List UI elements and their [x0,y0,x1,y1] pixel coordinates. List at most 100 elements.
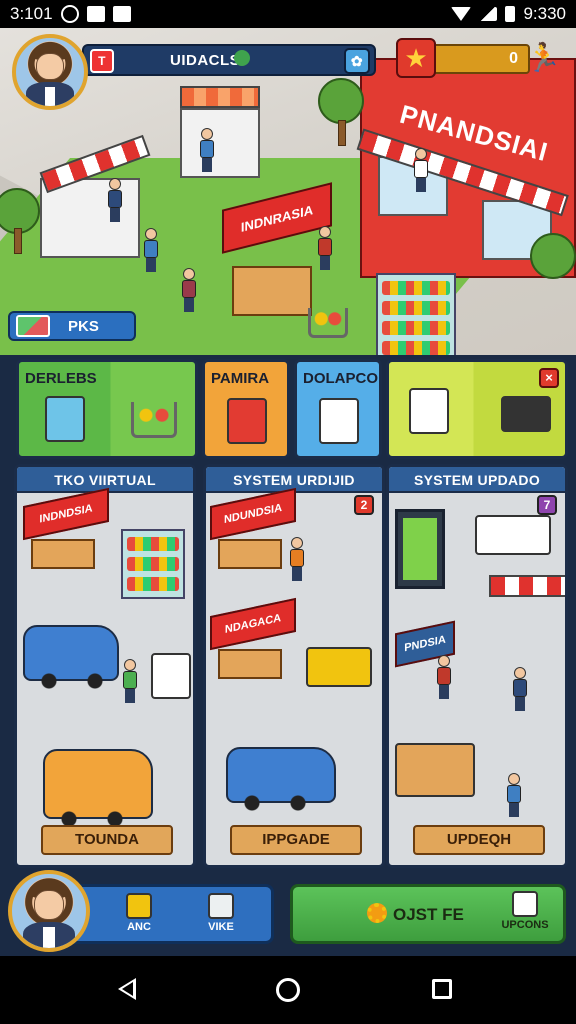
count-badge: 7 [537,495,557,515]
package-icon [409,388,449,434]
status-bar: 3:101 9:330 [0,0,576,28]
panel-button-updeqh[interactable]: UPDEQH [413,825,545,855]
tag-icon[interactable]: T [90,49,114,73]
navigation-bar [0,956,576,1024]
mini-shop-desk [31,539,95,569]
back-icon[interactable] [118,978,136,1000]
pencil-icon [126,893,152,919]
player-avatar[interactable] [12,34,88,110]
bottom-bar: ANC VIKE OJST FE UPCONS [0,870,576,956]
vike-label: VIKE [208,921,234,933]
upgrades-button[interactable]: UPCONS [493,891,557,931]
mini-shop-desk [218,649,282,679]
coin-value: 0 [509,50,518,67]
camera-gear-icon [512,891,538,917]
shopper[interactable] [414,148,428,192]
shopper [290,537,304,581]
bottom-avatar[interactable] [8,870,90,952]
blue-car[interactable] [23,625,119,689]
runner-icon[interactable]: 🏃 [526,36,561,80]
card-icon [16,315,50,337]
panel-virtual-shop[interactable]: TKO VIIRTUAL INDNDSIA TOUNDA [14,464,196,868]
produce-crate [306,647,372,687]
shopper [123,659,137,703]
shopper[interactable] [108,178,122,222]
panel-button-ippgade[interactable]: IPPGADE [230,825,362,855]
shopkeeper[interactable] [318,226,332,270]
counter-table [475,515,551,555]
main-action-button[interactable]: OJST FE UPCONS [290,884,566,944]
vending-box [151,653,191,699]
mini-shop-desk [218,539,282,569]
pharmacy-stall[interactable] [180,108,260,178]
tree-icon [234,50,250,66]
cart-icon [131,402,177,438]
awning [180,86,260,108]
fridge-shelf [121,529,185,599]
bottom-left-panel: ANC VIKE [60,884,274,944]
mini-shop-sign: NDUNDSIA [210,487,296,541]
tree-trunk [338,120,346,146]
panel-button-tounda[interactable]: TOUNDA [41,825,173,855]
produce-shelf [395,743,475,797]
category-label: DERLEBS [25,370,97,387]
home-icon[interactable] [276,978,300,1002]
right-clock: 9:330 [523,4,566,23]
produce-basket-icon [501,396,551,432]
shopper[interactable] [200,128,214,172]
vike-button[interactable]: VIKE [193,893,249,933]
tree-trunk [14,228,22,254]
category-card-pamira[interactable]: PAMIRA [202,359,290,459]
category-card-derlebs[interactable]: DERLEBS [16,359,198,459]
battery-icon [505,6,516,22]
globe-icon[interactable]: ✿ [344,48,370,74]
image-icon [112,6,131,22]
gear-icon [367,903,387,923]
category-label: DOLAPCO [303,370,378,387]
anc-button[interactable]: ANC [111,893,167,933]
shopper [437,655,451,699]
pks-button[interactable]: PKS [8,311,136,341]
category-row: DERLEBS PAMIRA DOLAPCO × [12,357,568,463]
cart-icon[interactable] [308,308,348,338]
shopper[interactable] [182,268,196,312]
kiosk-stall[interactable]: INDNRASIA [222,182,332,316]
panel-system-urdijid[interactable]: SYSTEM URDIJID 2 NDUNDSIA NDAGACA IPPGAD… [203,464,385,868]
wifi-icon [451,7,472,21]
mini-shop[interactable]: NDUNDSIA [210,487,296,569]
clock: 3:101 [10,4,53,23]
shopper [513,667,527,711]
close-icon[interactable]: × [539,368,559,388]
app-icon [86,6,105,22]
anc-label: ANC [127,921,151,933]
gift-box-icon [227,398,267,444]
category-card-unlabeled[interactable]: × [386,359,568,459]
mini-shop[interactable]: NDAGACA [210,597,296,679]
blue-car[interactable] [226,747,336,811]
category-label: PAMIRA [211,370,270,387]
player-name-bar[interactable]: T UIDACLS ✿ [82,44,376,76]
player-name: UIDACLS [170,51,241,69]
shopper[interactable] [144,228,158,272]
digital-screen[interactable] [395,509,445,589]
package-icon [319,398,359,444]
produce-shelf[interactable] [376,273,456,355]
panel-title: SYSTEM UPDADO [389,467,565,493]
mini-shop-sign: INDNDSIA [23,487,109,541]
orange-van[interactable] [43,749,153,827]
panel-system-updado[interactable]: SYSTEM UPDADO 7 PNDSIA UPDEQH [386,464,568,868]
mini-shop[interactable]: INDNDSIA [23,487,109,569]
signal-icon [479,7,498,21]
mini-shop-sign: NDAGACA [210,597,296,651]
recent-apps-icon[interactable] [432,979,452,999]
upgrades-label: UPCONS [501,919,549,931]
kiosk-counter [232,266,312,316]
pks-label: PKS [68,317,99,335]
category-card-dolapco[interactable]: DOLAPCO [294,359,382,459]
shopper [507,773,521,817]
star-icon[interactable]: ★ [396,38,436,78]
clipboard-icon [208,893,234,919]
main-action-label: OJST FE [393,905,464,924]
tree [318,78,364,124]
notification-icon [60,5,79,23]
